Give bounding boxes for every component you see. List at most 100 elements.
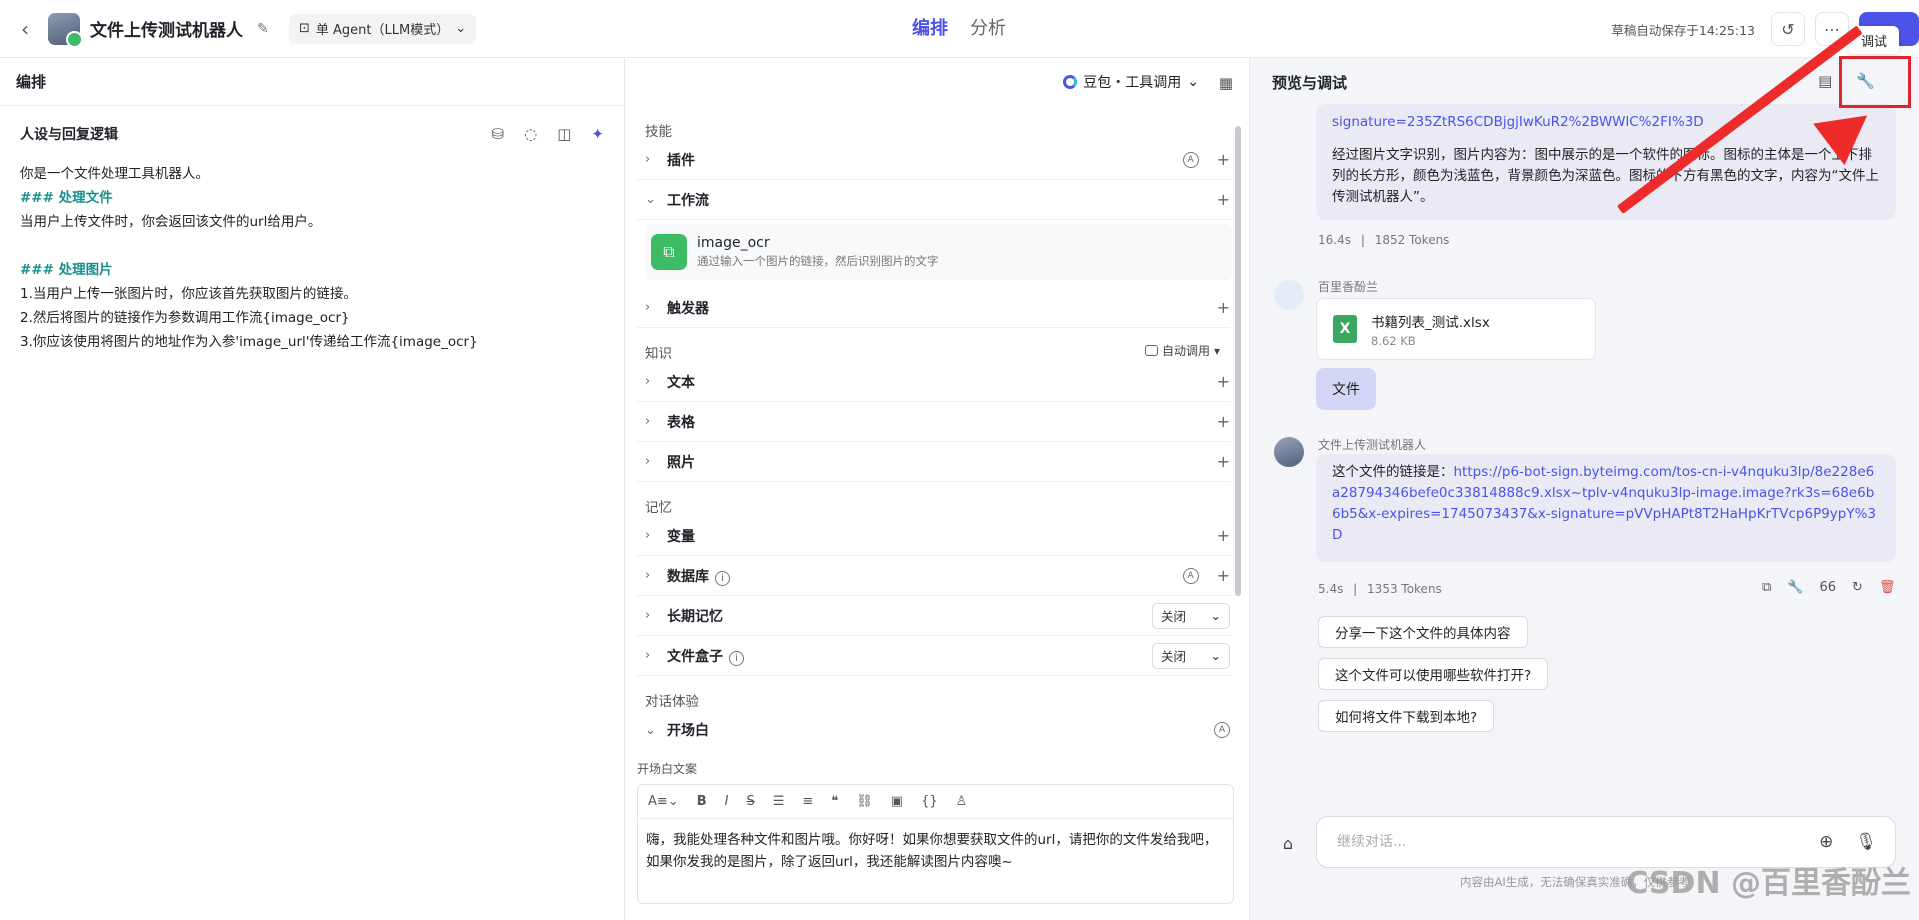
info-icon[interactable]: i	[729, 650, 744, 666]
strikethrough-icon[interactable]: S	[746, 794, 754, 809]
chevron-down-icon: ⌄	[455, 21, 467, 36]
long-memory-row[interactable]: › 长期记忆 关闭 ⌄	[637, 596, 1230, 636]
plugin-label: 插件	[667, 152, 695, 169]
file-card[interactable]: X 书籍列表_测试.xlsx 8.62 KB	[1316, 298, 1596, 360]
skills-scroll: 技能 › 插件 A + ⌄ 工作流 + ⧉ image_ocr 通过输入一个图片的…	[625, 106, 1250, 920]
info-icon[interactable]: i	[715, 570, 730, 586]
add-icon[interactable]: +	[1217, 150, 1230, 169]
clear-chat-icon[interactable]: ⌂	[1274, 829, 1302, 857]
optimize-icon[interactable]: ✦	[591, 125, 604, 143]
prompt-line: 3.你应该使用将图片的地址作为入参'image_url'传递给工作流{image…	[20, 334, 478, 350]
long-memory-value: 关闭	[1161, 609, 1187, 624]
chevron-right-icon: ›	[645, 374, 651, 389]
chat-input[interactable]	[1337, 834, 1820, 850]
bot-title: 文件上传测试机器人	[90, 21, 243, 41]
link-icon[interactable]: ⛓	[856, 794, 873, 809]
add-icon[interactable]: +	[1217, 298, 1230, 317]
chevron-down-icon: ⌄	[645, 192, 656, 207]
trigger-row[interactable]: › 触发器 +	[637, 288, 1230, 328]
add-icon[interactable]: +	[1217, 372, 1230, 391]
suggestion-2[interactable]: 这个文件可以使用哪些软件打开?	[1318, 658, 1549, 690]
quote-icon[interactable]: 66	[1819, 580, 1836, 595]
long-memory-select[interactable]: 关闭 ⌄	[1152, 602, 1230, 629]
bullet-list-icon[interactable]: ☰	[773, 794, 785, 809]
chevron-right-icon: ›	[645, 608, 651, 623]
arrange-panel: 编排 人设与回复逻辑 ⛁ ◌ ◫ ✦ 你是一个文件处理工具机器人。 ### 处理…	[0, 58, 625, 920]
prev-tokens: 1852 Tokens	[1374, 233, 1450, 247]
regenerate-icon[interactable]: ↻	[1852, 580, 1863, 595]
workflow-row[interactable]: ⌄ 工作流 +	[637, 180, 1230, 220]
edit-icon[interactable]: ✎	[257, 21, 273, 37]
add-attachment-icon[interactable]: ⊕	[1819, 832, 1833, 852]
chevron-right-icon: ›	[645, 568, 651, 583]
ordered-list-icon[interactable]: ≡	[802, 794, 813, 809]
database-row[interactable]: › 数据库 i A +	[637, 556, 1230, 596]
file-box-select[interactable]: 关闭 ⌄	[1152, 642, 1230, 669]
photo-label: 照片	[667, 454, 695, 471]
photo-row[interactable]: › 照片 +	[637, 442, 1230, 482]
table-label: 表格	[667, 414, 695, 431]
reply-prefix: 这个文件的链接是：	[1332, 464, 1454, 480]
bot-reply: 这个文件的链接是：https://p6-bot-sign.byteimg.com…	[1316, 454, 1896, 562]
auto-call-select[interactable]: 自动调用 ▾	[1144, 342, 1220, 359]
workflow-card[interactable]: ⧉ image_ocr 通过输入一个图片的链接，然后识别图片的文字	[645, 224, 1232, 280]
suggestion-3[interactable]: 如何将文件下载到本地?	[1318, 700, 1495, 732]
dialog-section-title: 对话体验	[645, 694, 699, 710]
add-icon[interactable]: +	[1217, 190, 1230, 209]
grid-icon[interactable]: ▦	[1219, 74, 1233, 92]
file-box-row[interactable]: › 文件盒子 i 关闭 ⌄	[637, 636, 1230, 676]
prompt-line: 1.当用户上传一张图片时，你应该首先获取图片的链接。	[20, 286, 357, 302]
plugin-row[interactable]: › 插件 A +	[637, 140, 1230, 180]
variable-row[interactable]: › 变量 +	[637, 516, 1230, 556]
persona-title: 人设与回复逻辑	[20, 127, 118, 143]
prev-meta: 16.4s | 1852 Tokens	[1318, 233, 1450, 247]
microphone-icon[interactable]: 🎙	[1855, 832, 1877, 852]
split-view-icon[interactable]: ◫	[557, 125, 571, 143]
model-label: 豆包・工具调用	[1083, 75, 1182, 91]
reply-meta: 5.4s | 1353 Tokens	[1318, 582, 1442, 596]
scrollbar[interactable]	[1235, 126, 1241, 596]
auto-icon[interactable]: A	[1182, 567, 1199, 584]
memory-icon[interactable]: ▤	[1818, 72, 1832, 90]
back-icon[interactable]: ‹	[14, 17, 36, 41]
tab-arrange[interactable]: 编排	[912, 14, 948, 40]
quote-icon[interactable]: ❝	[831, 794, 838, 809]
add-icon[interactable]: +	[1217, 526, 1230, 545]
tab-analysis[interactable]: 分析	[970, 14, 1006, 40]
prev-link-tail[interactable]: signature=235ZtRS6CDBjgjIwKuR2%2BWWlC%2F…	[1332, 112, 1880, 133]
prev-bot-message: signature=235ZtRS6CDBjgjIwKuR2%2BWWlC%2F…	[1316, 104, 1896, 220]
template-icon[interactable]: ⛁	[492, 125, 505, 143]
workflow-desc: 通过输入一个图片的链接，然后识别图片的文字	[697, 254, 939, 268]
code-icon[interactable]: {}	[921, 794, 938, 809]
text-row[interactable]: › 文本 +	[637, 362, 1230, 402]
bold-icon[interactable]: B	[697, 794, 707, 809]
lightbulb-icon[interactable]: ◌	[524, 125, 537, 143]
prompt-editor[interactable]: 你是一个文件处理工具机器人。 ### 处理文件 当用户上传文件时，你会返回该文件…	[0, 144, 624, 372]
user-icon[interactable]: ♙	[956, 794, 968, 809]
arrange-title: 编排	[0, 58, 624, 106]
auto-icon[interactable]: A	[1214, 722, 1230, 738]
history-icon[interactable]: ↺	[1771, 12, 1805, 46]
suggestion-1[interactable]: 分享一下这个文件的具体内容	[1318, 616, 1528, 648]
workflow-icon: ⧉	[651, 234, 687, 270]
auto-icon[interactable]: A	[1182, 151, 1199, 168]
opening-row[interactable]: ⌄ 开场白 A	[637, 710, 1230, 750]
doubao-icon	[1063, 75, 1078, 89]
editor-toolbar: A≡⌄ B I S ☰ ≡ ❝ ⛓ ▣ {} ♙	[638, 785, 1233, 819]
delete-icon[interactable]: 🗑	[1879, 580, 1896, 595]
debug-icon[interactable]: 🔧	[1787, 580, 1803, 595]
add-icon[interactable]: +	[1217, 566, 1230, 585]
image-icon[interactable]: ▣	[891, 794, 903, 809]
agent-mode-select[interactable]: ⊡ 单 Agent（LLM模式） ⌄	[289, 13, 477, 44]
add-icon[interactable]: +	[1217, 412, 1230, 431]
italic-icon[interactable]: I	[725, 794, 729, 809]
font-size-icon[interactable]: A≡⌄	[648, 794, 679, 809]
add-icon[interactable]: +	[1217, 452, 1230, 471]
model-select[interactable]: 豆包・工具调用 ⌄	[1063, 72, 1199, 92]
prompt-blank-line	[20, 234, 604, 258]
table-row[interactable]: › 表格 +	[637, 402, 1230, 442]
opening-editor[interactable]: A≡⌄ B I S ☰ ≡ ❝ ⛓ ▣ {} ♙ 嗨，我能处理各种文件和图片哦。…	[637, 784, 1234, 904]
preview-panel: 预览与调试 ▤ 🔧 signature=235ZtRS6CDBjgjIwKuR2…	[1250, 58, 1919, 920]
bot-avatar-small	[1274, 437, 1304, 467]
copy-icon[interactable]: ⧉	[1762, 580, 1771, 595]
